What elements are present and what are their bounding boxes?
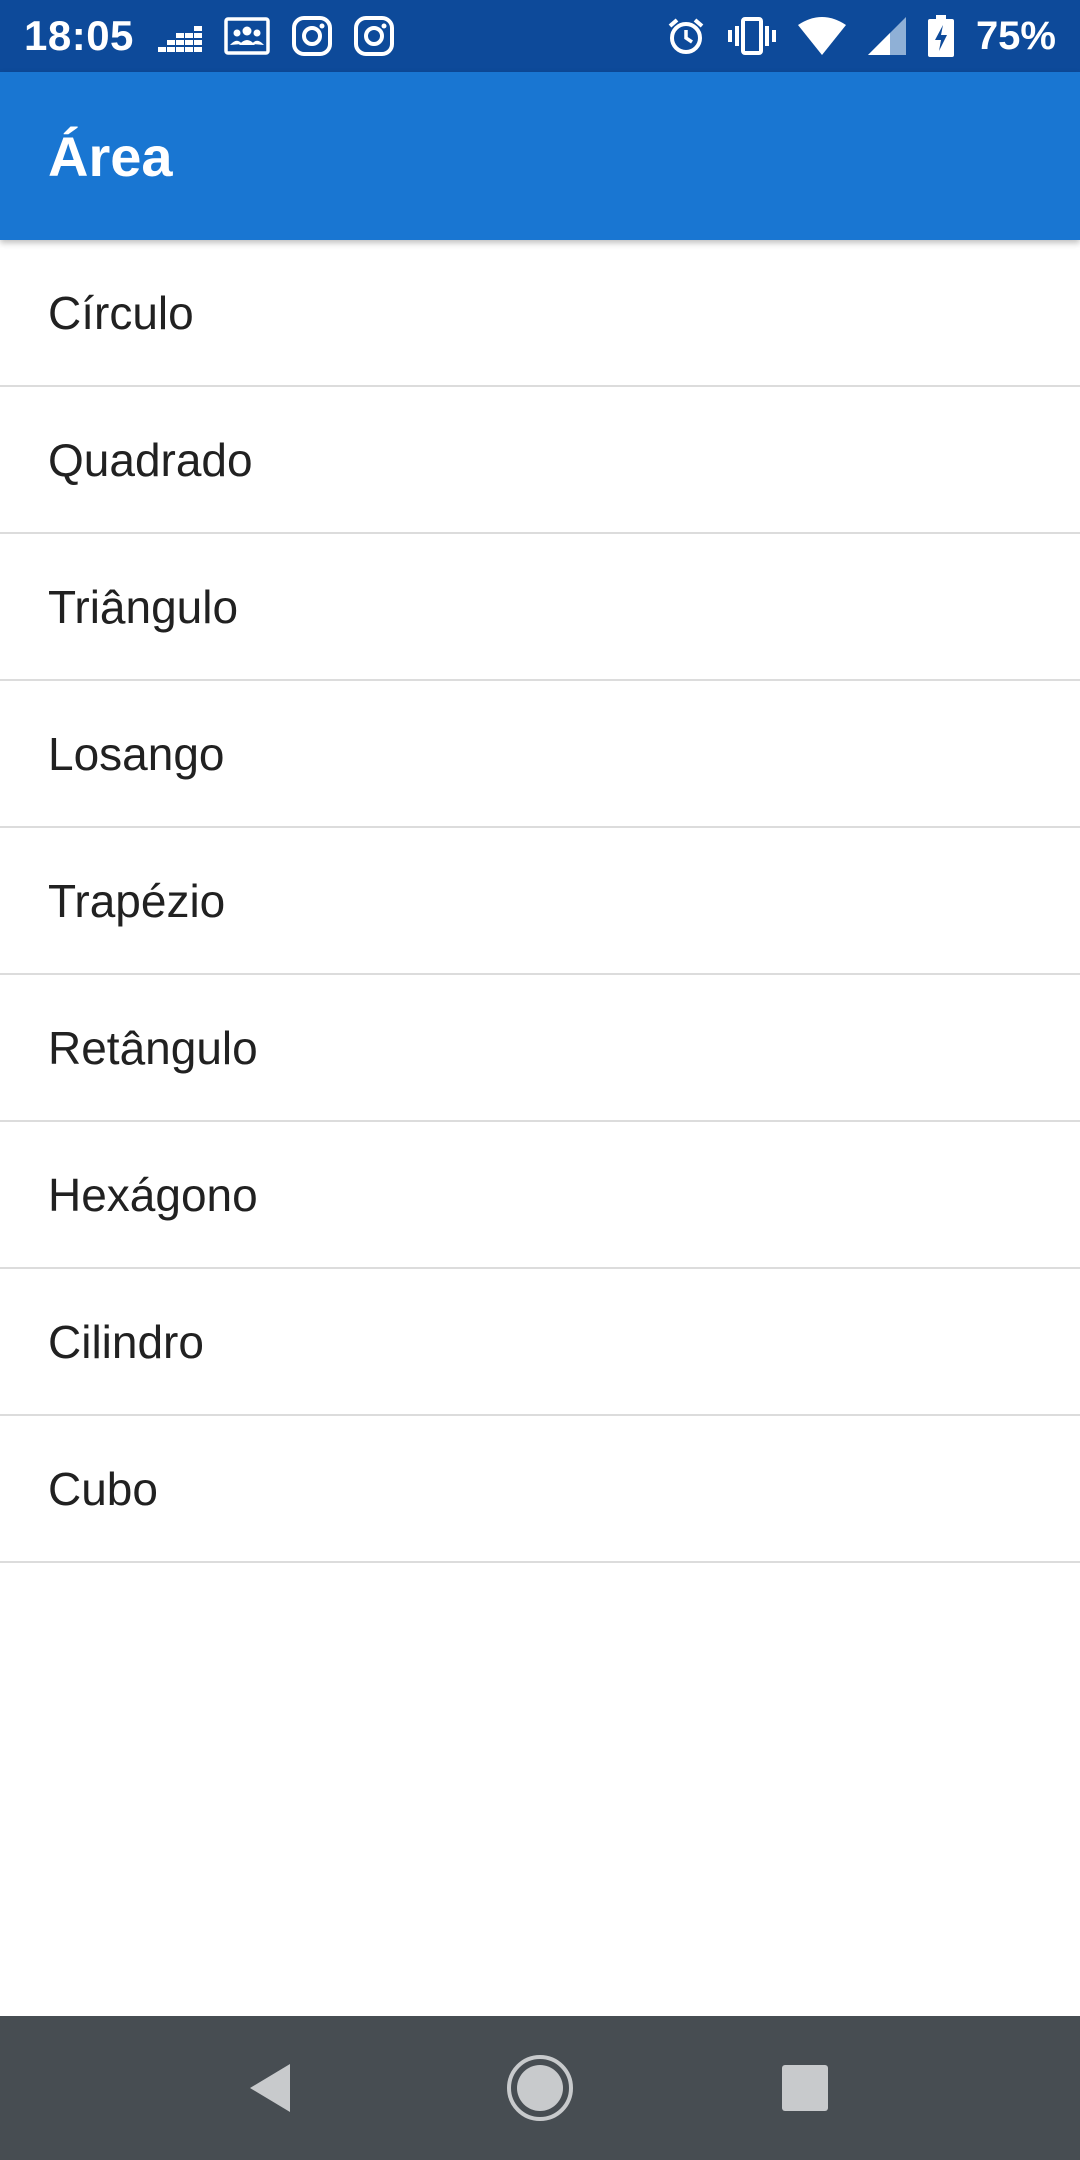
instagram-icon: [291, 16, 332, 56]
status-time: 18:05: [24, 12, 134, 59]
list-item-trapezio[interactable]: Trapézio: [0, 828, 1080, 975]
wifi-icon: [797, 17, 846, 55]
list-item-label: Quadrado: [48, 433, 253, 486]
list-item-label: Cubo: [48, 1462, 158, 1515]
list-item-label: Losango: [48, 727, 225, 780]
list-item-hexagono[interactable]: Hexágono: [0, 1122, 1080, 1269]
list-item-cilindro[interactable]: Cilindro: [0, 1269, 1080, 1416]
list-item-label: Retângulo: [48, 1021, 258, 1074]
status-bar: 18:05 75%: [0, 0, 1080, 72]
contacts-card-icon: [224, 17, 270, 55]
list-item-label: Cilindro: [48, 1315, 204, 1368]
system-nav-bar: [0, 2016, 1080, 2160]
system-status-icons: 75%: [666, 14, 1056, 59]
recents-icon: [782, 2065, 828, 2111]
battery-charging-icon: [927, 15, 954, 57]
home-button[interactable]: [470, 2016, 610, 2160]
list-item-triangulo[interactable]: Triângulo: [0, 534, 1080, 681]
app-bar: Área: [0, 72, 1080, 240]
shape-list: Círculo Quadrado Triângulo Losango Trapé…: [0, 240, 1080, 1563]
deezer-icon: [157, 19, 202, 53]
list-item-quadrado[interactable]: Quadrado: [0, 387, 1080, 534]
recents-button[interactable]: [735, 2016, 875, 2160]
list-item-label: Hexágono: [48, 1168, 258, 1221]
back-button[interactable]: [200, 2016, 340, 2160]
list-item-losango[interactable]: Losango: [0, 681, 1080, 828]
page-title: Área: [48, 124, 173, 188]
cell-signal-icon: [867, 17, 906, 55]
home-icon: [505, 2053, 575, 2123]
back-icon: [246, 2062, 294, 2114]
list-item-label: Círculo: [48, 286, 194, 339]
notification-icons: [157, 16, 394, 56]
list-item-retangulo[interactable]: Retângulo: [0, 975, 1080, 1122]
list-item-label: Triângulo: [48, 580, 239, 633]
alarm-icon: [666, 16, 706, 56]
battery-percent: 75%: [975, 13, 1056, 58]
vibrate-icon: [727, 16, 776, 56]
instagram-icon: [353, 16, 394, 56]
list-item-circulo[interactable]: Círculo: [0, 240, 1080, 387]
list-item-cubo[interactable]: Cubo: [0, 1416, 1080, 1563]
list-item-label: Trapézio: [48, 874, 226, 927]
